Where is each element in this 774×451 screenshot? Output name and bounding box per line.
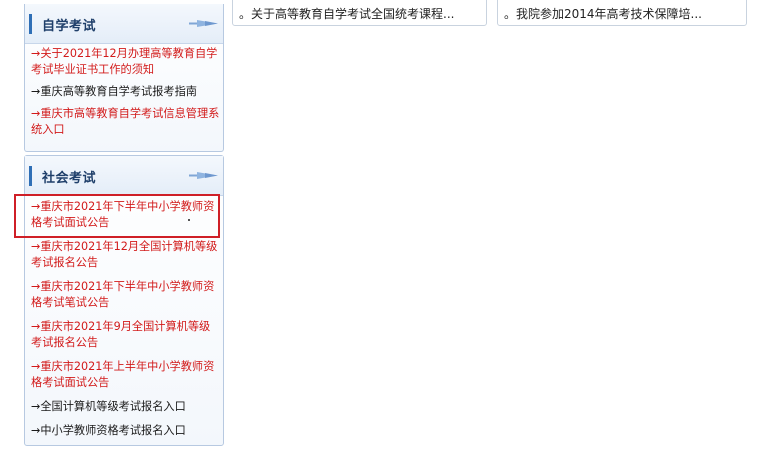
news-card[interactable]: 。关于高等教育自学考试全国统考课程... xyxy=(232,0,487,26)
self-exam-header: 自学考试 xyxy=(25,4,223,44)
header-accent-bar xyxy=(29,166,32,186)
double-arrow-icon xyxy=(189,172,218,179)
self-exam-list: →关于2021年12月办理高等教育自学考试毕业证书工作的须知 →重庆高等教育自学… xyxy=(24,44,224,142)
news-card-label[interactable]: 。我院参加2014年高考技术保障培... xyxy=(504,5,702,22)
self-exam-title: 自学考试 xyxy=(42,19,97,34)
social-exam-list: →重庆市2021年下半年中小学教师资格考试面试公告 →重庆市2021年12月全国… xyxy=(24,197,224,445)
list-item[interactable]: →重庆市2021年下半年中小学教师资格考试面试公告 xyxy=(31,197,221,233)
list-item[interactable]: →关于2021年12月办理高等教育自学考试毕业证书工作的须知 xyxy=(31,44,221,80)
list-item[interactable]: →全国计算机等级考试报名入口 xyxy=(31,397,221,417)
cursor-dot xyxy=(188,219,190,221)
news-card-label[interactable]: 。关于高等教育自学考试全国统考课程... xyxy=(239,5,454,22)
list-item[interactable]: →重庆市高等教育自学考试信息管理系统入口 xyxy=(31,104,221,140)
list-item[interactable]: →重庆市2021年上半年中小学教师资格考试面试公告 xyxy=(31,357,221,393)
list-item[interactable]: →重庆市2021年12月全国计算机等级考试报名公告 xyxy=(31,237,221,273)
list-item[interactable]: →重庆高等教育自学考试报考指南 xyxy=(31,82,221,102)
double-arrow-icon xyxy=(189,20,218,27)
list-item[interactable]: →重庆市2021年下半年中小学教师资格考试笔试公告 xyxy=(31,277,221,313)
list-item[interactable]: →中小学教师资格考试报名入口 xyxy=(31,421,221,441)
social-exam-header: 社会考试 xyxy=(25,156,223,196)
news-card[interactable]: 。我院参加2014年高考技术保障培... xyxy=(497,0,747,26)
header-accent-bar xyxy=(29,14,32,34)
social-exam-title: 社会考试 xyxy=(42,171,97,186)
list-item[interactable]: →重庆市2021年9月全国计算机等级考试报名公告 xyxy=(31,317,221,353)
